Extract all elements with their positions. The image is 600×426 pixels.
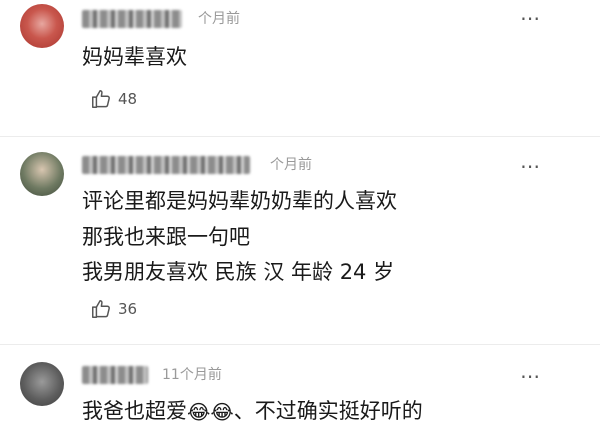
comment-text: 妈妈辈喜欢 [82,45,187,69]
comment-time: 个月前 [270,157,312,173]
avatar[interactable] [20,362,64,406]
comment-time: 11个月前 [162,367,222,383]
like-button[interactable]: 48 [90,88,137,110]
more-icon[interactable]: ⋯ [520,156,542,176]
divider [0,344,600,345]
comment-text-part: 我爸也超爱 [82,399,187,423]
like-count: 36 [118,300,138,318]
like-button[interactable]: 36 [90,298,137,320]
laughing-crying-emoji-icon: 😂 [210,400,234,424]
username[interactable]: ●●●● ●● [82,10,182,28]
comment-text: 那我也来跟一句吧 [82,225,250,249]
username[interactable]: ●●●●●●●●●●● [82,156,250,174]
username[interactable]: ●●●● [82,366,148,384]
comment-text-part: 、不过确实挺好听的 [233,399,423,423]
comment-time: 个月前 [198,11,240,27]
avatar[interactable] [20,152,64,196]
laughing-crying-emoji-icon: 😂 [187,400,211,424]
comment-text: 评论里都是妈妈辈奶奶辈的人喜欢 [82,189,397,213]
divider [0,136,600,137]
more-icon[interactable]: ⋯ [520,8,542,28]
avatar[interactable] [20,4,64,48]
comment-text: 我男朋友喜欢 民族 汉 年龄 24 岁 [82,260,395,284]
thumbs-up-icon [92,90,110,108]
comment-text: 我爸也超爱😂😂、不过确实挺好听的 [82,396,423,426]
like-count: 48 [118,90,138,108]
thumbs-up-icon [92,300,110,318]
more-icon[interactable]: ⋯ [520,366,542,386]
